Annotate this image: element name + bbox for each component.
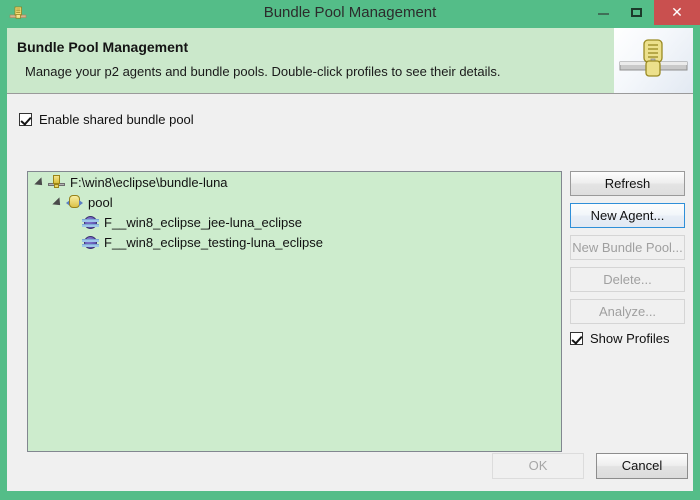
checkbox-icon [570,332,583,345]
profile-icon [82,234,99,250]
banner: Bundle Pool Management Manage your p2 ag… [7,28,693,94]
ok-button: OK [492,453,584,479]
title-bar: Bundle Pool Management ✕ [0,0,700,28]
chevron-expanded-icon[interactable] [34,175,48,189]
analyze-button: Analyze... [570,299,685,324]
close-button[interactable]: ✕ [654,0,700,25]
tree-row[interactable]: pool [28,192,561,212]
delete-button: Delete... [570,267,685,292]
close-icon: ✕ [671,4,683,20]
new-bundle-pool-button: New Bundle Pool... [570,235,685,260]
profile-icon [82,214,99,230]
tree-row[interactable]: F__win8_eclipse_testing-luna_eclipse [28,232,561,252]
tree-actions-panel: Refresh New Agent... New Bundle Pool... … [570,171,685,346]
new-agent-button[interactable]: New Agent... [570,203,685,228]
tree-item-label: F:\win8\eclipse\bundle-luna [70,174,228,190]
minimize-button[interactable] [586,0,620,25]
tree-item-label: F__win8_eclipse_jee-luna_eclipse [104,214,303,230]
enable-shared-bundle-pool-checkbox[interactable]: Enable shared bundle pool [19,112,194,127]
maximize-button[interactable] [620,0,654,25]
agent-icon [48,174,65,190]
dialog-client-area: Bundle Pool Management Manage your p2 ag… [7,28,693,491]
dialog-window: Bundle Pool Management ✕ Bundle Pool Man… [0,0,700,500]
refresh-button[interactable]: Refresh [570,171,685,196]
cancel-button[interactable]: Cancel [596,453,688,479]
tree-item-label: pool [88,194,113,210]
checkbox-icon [19,113,32,126]
maximize-icon [631,8,642,17]
show-profiles-label: Show Profiles [590,331,670,346]
bundle-pool-banner-icon [614,28,693,93]
p2-agent-icon [9,5,27,23]
minimize-icon [598,13,609,15]
tree-item-label: F__win8_eclipse_testing-luna_eclipse [104,234,323,250]
pool-icon [66,194,83,210]
show-profiles-checkbox[interactable]: Show Profiles [570,331,685,346]
banner-title: Bundle Pool Management [17,39,189,55]
banner-description: Manage your p2 agents and bundle pools. … [25,64,501,79]
chevron-expanded-icon[interactable] [52,195,66,209]
dialog-button-bar: OK Cancel [7,443,693,491]
tree-row[interactable]: F__win8_eclipse_jee-luna_eclipse [28,212,561,232]
tree-row[interactable]: F:\win8\eclipse\bundle-luna [28,172,561,192]
bundle-pool-tree[interactable]: F:\win8\eclipse\bundle-luna pool F__win8… [27,171,562,452]
enable-shared-bundle-pool-label: Enable shared bundle pool [39,112,194,127]
